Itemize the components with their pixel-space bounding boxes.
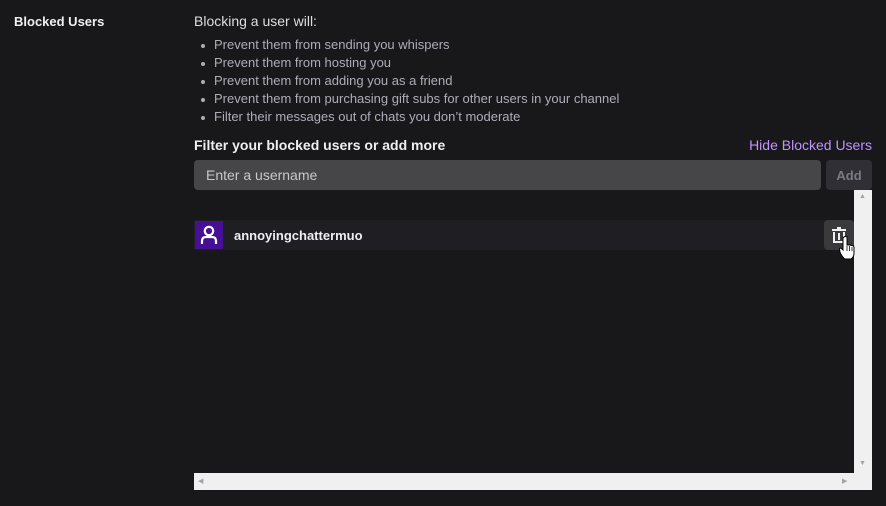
blocked-username: annoyingchattermuo: [234, 227, 363, 243]
rule-item: Prevent them from adding you as a friend: [200, 72, 619, 90]
scroll-up-arrow-icon[interactable]: ▲: [859, 193, 866, 200]
username-input-placeholder: Enter a username: [206, 167, 318, 183]
list-item: annoyingchattermuo: [194, 220, 854, 250]
hand-cursor-icon: [839, 236, 855, 260]
scroll-right-arrow-icon[interactable]: ▶: [842, 478, 847, 485]
add-button[interactable]: Add: [826, 160, 872, 190]
scroll-down-arrow-icon[interactable]: ▼: [859, 460, 866, 467]
horizontal-scrollbar[interactable]: ◀ ▶: [194, 473, 854, 490]
username-input[interactable]: Enter a username: [194, 160, 821, 190]
rule-item: Prevent them from hosting you: [200, 54, 619, 72]
blocked-users-list: annoyingchattermuo ▲ ▼ ◀ ▶: [194, 190, 872, 490]
user-icon: [195, 221, 223, 249]
rule-item: Prevent them from sending you whispers: [200, 36, 619, 54]
blocking-rules-list: Prevent them from sending you whispers P…: [194, 36, 619, 126]
scroll-left-arrow-icon[interactable]: ◀: [198, 478, 203, 485]
hide-blocked-users-link[interactable]: Hide Blocked Users: [749, 137, 872, 153]
filter-label: Filter your blocked users or add more: [194, 137, 446, 153]
rule-item: Prevent them from purchasing gift subs f…: [200, 91, 620, 106]
rule-item: Filter their messages out of chats you d…: [200, 108, 619, 126]
section-title: Blocked Users: [14, 14, 105, 29]
vertical-scrollbar[interactable]: ▲ ▼: [854, 190, 872, 473]
intro-text: Blocking a user will:: [194, 13, 317, 29]
scrollbar-corner: [854, 473, 872, 490]
